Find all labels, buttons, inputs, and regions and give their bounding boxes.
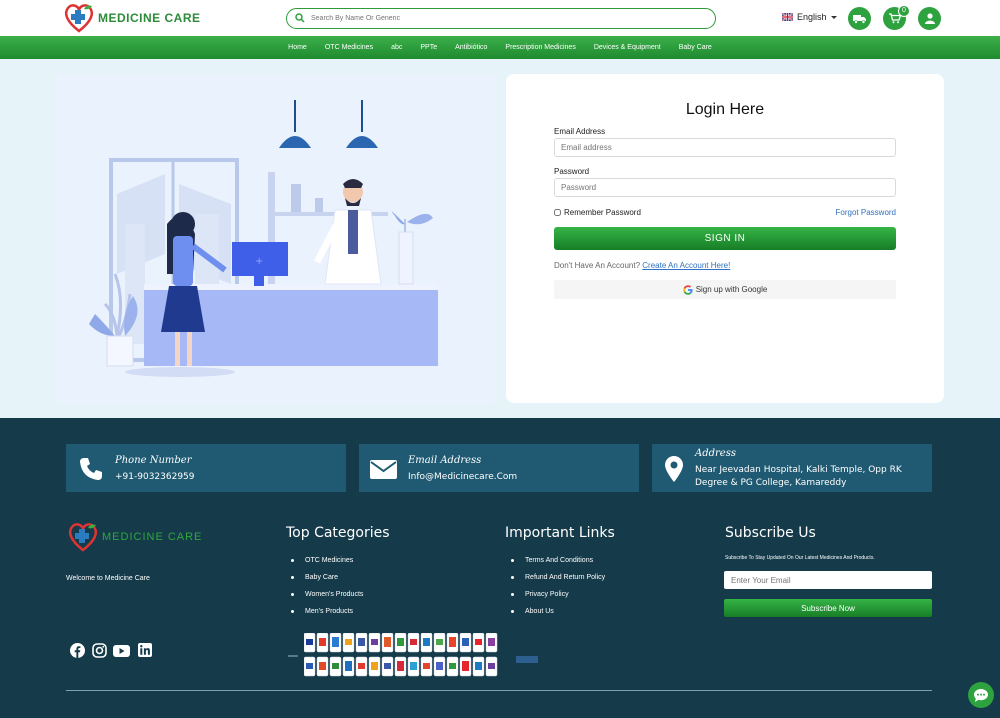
important-links-list: Terms And Conditions Refund And Return P… [511,557,605,625]
link-terms-and-conditions[interactable]: Terms And Conditions [511,557,605,574]
footer: Phone Number +91-9032362959 Email Addres… [0,418,1000,718]
address-title: Address [695,448,736,459]
forgot-password-link[interactable]: Forgot Password [826,208,896,217]
payment-methods-image [304,633,498,677]
language-label: English [797,12,827,22]
footer-divider [66,690,932,691]
payment-indicator [288,655,298,657]
location-pin-icon [665,456,683,482]
address-info-box: Address Near Jeevadan Hospital, Kalki Te… [652,444,932,492]
language-selector[interactable]: English [782,12,837,22]
category-link-otc-medicines[interactable]: OTC Medicines [291,557,363,574]
facebook-icon[interactable] [70,643,85,658]
remember-password-checkbox[interactable] [554,209,561,216]
brand-name: MEDICINE CARE [98,11,201,25]
subscribe-text: Subscribe To Stay Updated On Our Latest … [725,555,875,561]
linkedin-icon[interactable] [138,643,152,657]
instagram-icon[interactable] [92,643,107,658]
envelope-icon [370,460,397,479]
remember-password[interactable]: Remember Password [554,208,641,217]
login-title: Login Here [685,101,765,118]
chat-button[interactable] [968,682,994,708]
email-field[interactable] [554,138,896,157]
search-input[interactable] [311,11,701,26]
uk-flag-icon [782,13,793,21]
svg-text:+: + [255,256,263,267]
user-icon [924,13,935,24]
login-card: Login Here Email Address Password Rememb… [506,74,944,403]
no-account-text: Don't Have An Account? Create An Account… [554,261,730,270]
subscribe-email-input[interactable] [724,571,932,589]
nav-item-abc[interactable]: abc [391,44,402,51]
truck-icon [852,14,866,24]
logo-heart-cross-icon [68,523,98,552]
important-links-heading: Important Links [505,525,615,541]
phone-icon [80,458,102,480]
nav-item-antibiotico[interactable]: Antibiótico [455,44,487,51]
nav-item-ppte[interactable]: PPTe [420,44,437,51]
email-value[interactable]: Info@Medicinecare.Com [408,471,517,484]
youtube-icon[interactable] [113,645,130,657]
nav-item-otc-medicines[interactable]: OTC Medicines [325,44,373,51]
subscribe-now-button[interactable]: Subscribe Now [724,599,932,617]
phone-info-box: Phone Number +91-9032362959 [66,444,346,492]
address-line-1: Near Jeevadan Hospital, Kalki Temple, Op… [695,465,902,475]
category-link-mens-products[interactable]: Men's Products [291,608,363,625]
top-categories-heading: Top Categories [286,525,390,541]
email-title: Email Address [408,455,482,466]
phone-title: Phone Number [115,455,192,466]
no-account-label: Don't Have An Account? [554,261,641,270]
nav-item-home[interactable]: Home [288,44,307,51]
address-line-2: Degree & PG College, Kamareddy [695,478,847,488]
search-icon [295,13,305,23]
search-bar[interactable] [286,8,716,29]
email-label: Email Address [554,127,606,136]
google-signup-label: Sign up with Google [695,285,768,294]
chat-bubble-icon [974,688,988,702]
subscribe-heading: Subscribe Us [725,525,816,541]
account-button[interactable] [918,7,941,30]
password-field[interactable] [554,178,896,197]
phone-value[interactable]: +91-9032362959 [115,471,195,484]
welcome-text: Welcome to Medicine Care [66,575,150,582]
delivery-truck-button[interactable] [848,7,871,30]
link-about-us[interactable]: About Us [511,608,605,625]
brand-logo[interactable]: MEDICINE CARE [62,3,201,33]
remember-password-label: Remember Password [564,208,641,217]
pharmacy-illustration: + [55,74,495,404]
nav-item-prescription-medicines[interactable]: Prescription Medicines [505,44,575,51]
password-label: Password [554,167,590,176]
chevron-down-icon [830,15,837,19]
nav-item-devices-equipment[interactable]: Devices & Equipment [594,44,661,51]
email-info-box: Email Address Info@Medicinecare.Com [359,444,639,492]
header: MEDICINE CARE English [0,0,1000,36]
footer-logo[interactable]: MEDICINE CARE [66,522,202,552]
top-categories-list: OTC Medicines Baby Care Women's Products… [291,557,363,625]
sign-in-button[interactable]: SIGN IN [554,227,896,250]
cart-count-badge: 0 [898,5,910,17]
link-privacy-policy[interactable]: Privacy Policy [511,591,605,608]
logo-heart-cross-icon [64,4,94,33]
nav-item-baby-care[interactable]: Baby Care [679,44,712,51]
main-nav: Home OTC Medicines abc PPTe Antibiótico … [0,36,1000,59]
pharmacy-scene-image: + [55,74,495,404]
google-signup-button[interactable]: Sign up with Google [554,280,896,299]
link-refund-return-policy[interactable]: Refund And Return Policy [511,574,605,591]
google-icon [682,284,693,295]
footer-brand-name: MEDICINE CARE [102,531,203,543]
category-link-baby-care[interactable]: Baby Care [291,574,363,591]
create-account-link[interactable]: Create An Account Here! [642,261,730,270]
secure-payment-badge [516,656,538,663]
category-link-womens-products[interactable]: Women's Products [291,591,363,608]
